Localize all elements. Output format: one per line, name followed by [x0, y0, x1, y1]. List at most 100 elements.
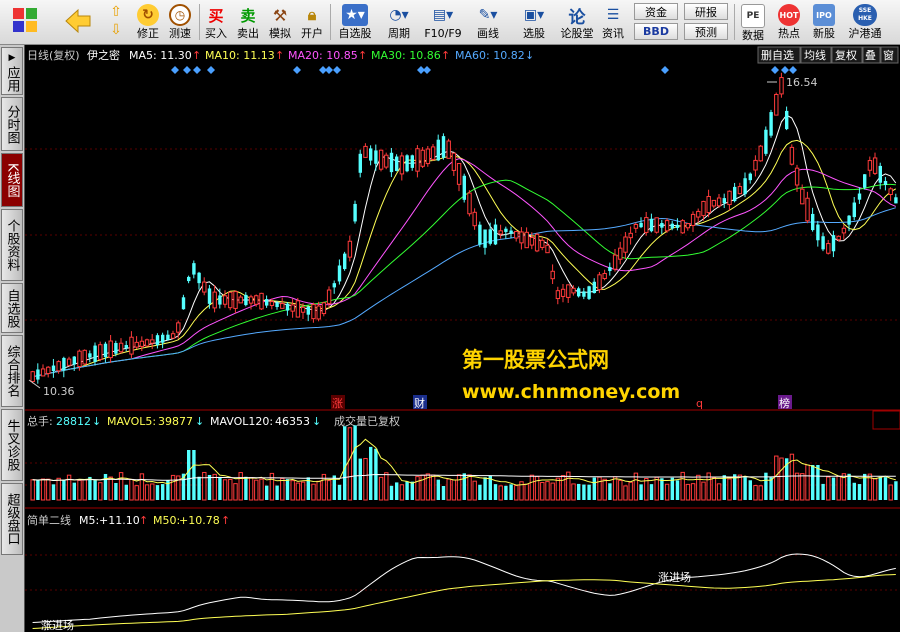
volume-bar	[716, 483, 722, 501]
mavol120-value: 46353	[275, 415, 310, 428]
app-logo[interactable]	[6, 2, 44, 42]
ipo-button[interactable]: IPO 新股	[808, 2, 840, 42]
hk-connect-button[interactable]: SSE HKE 沪港通	[845, 2, 885, 42]
open-account-button[interactable]: 🔒︎ 开户	[298, 2, 326, 42]
candle-body	[618, 247, 623, 260]
research-button[interactable]: 研报	[684, 3, 728, 20]
back-button[interactable]	[60, 2, 96, 42]
volume-bar	[644, 478, 649, 501]
bbd-button[interactable]: BBD	[634, 23, 678, 40]
candle-body	[680, 220, 685, 234]
kline-chart[interactable]: 日线(复权) 伊之密 MA5: 11.30 ↑ MA10: 11.13 ↑ MA…	[25, 45, 900, 632]
candle-body	[800, 188, 805, 205]
watermark-url: www.chnmoney.com	[462, 381, 681, 403]
ma10-arrow: ↑	[275, 49, 284, 62]
candle-body	[124, 345, 128, 349]
signal-diamond	[293, 66, 301, 74]
event-finance-label: 财	[414, 396, 425, 410]
volume-bar	[155, 485, 160, 500]
fix-button[interactable]: ↻ 修正	[133, 2, 163, 42]
candle-body	[306, 306, 310, 315]
volume-bar	[150, 483, 155, 501]
news-button[interactable]: ☰ 资讯	[598, 2, 628, 42]
volume-bar	[114, 482, 118, 500]
sidebar-tab-diagnosis[interactable]: 牛叉诊股	[1, 409, 23, 481]
mavol120-label: MAVOL120:	[210, 415, 273, 428]
sell-button[interactable]: 卖 卖出	[234, 2, 262, 42]
candle-body	[358, 153, 362, 173]
candle-body	[748, 173, 752, 181]
separator	[734, 4, 735, 40]
sidebar-tab-kline[interactable]: K线图	[1, 153, 23, 207]
stock-name: 伊之密	[87, 48, 120, 62]
sidebar-tab-ranking[interactable]: 综合排名	[1, 335, 23, 407]
volume-bar	[144, 484, 150, 501]
candle-body	[134, 341, 139, 348]
candle-body	[878, 165, 882, 183]
cycle-icon: ◔▾	[389, 7, 409, 23]
candle-body	[467, 192, 472, 215]
sidebar-tab-watchlist[interactable]: 自选股	[1, 283, 23, 333]
buy-label: 买入	[205, 27, 227, 40]
sidebar-tab-profile[interactable]: 个股资料	[1, 209, 23, 281]
sidebar-tab-apps[interactable]: ▶ 应用	[1, 47, 23, 95]
volume-bar	[472, 480, 477, 501]
candle-body	[774, 93, 779, 116]
hot-label: 热点	[778, 27, 800, 40]
candle-body	[425, 148, 431, 165]
volume-bar	[244, 476, 248, 500]
ma20-arrow: ↑	[358, 49, 367, 62]
volume-bar	[430, 474, 436, 501]
volume-bar	[410, 481, 414, 500]
sidebar-tab-order-book[interactable]: 超级盘口	[1, 483, 23, 555]
volume-bar	[664, 483, 670, 501]
volume-bar	[170, 474, 176, 501]
candle-body	[847, 215, 851, 225]
m5-value: +11.10	[99, 514, 140, 527]
candle-body	[233, 291, 238, 309]
m50-line	[32, 574, 896, 629]
mavol5-arrow: ↓	[195, 415, 204, 428]
period-button[interactable]: ◔▾ 周期	[379, 2, 419, 42]
volume-bar	[93, 479, 97, 500]
fund-flow-button[interactable]: 资金	[634, 3, 678, 20]
volume-bar	[753, 485, 758, 501]
forum-button[interactable]: 论 论股堂	[558, 2, 596, 42]
candle-body	[51, 365, 56, 372]
candle-body	[577, 288, 581, 297]
candle-body	[612, 254, 618, 270]
speed-test-button[interactable]: ◷ 测速	[165, 2, 195, 42]
candle-body	[545, 244, 550, 254]
candle-body	[504, 228, 508, 232]
forecast-button[interactable]: 预测	[684, 23, 728, 40]
watchlist-button[interactable]: ★▾ 自选股	[333, 2, 377, 42]
event-q-label[interactable]: q	[696, 397, 703, 410]
volume-bar	[139, 473, 145, 501]
nav-up-down[interactable]: ⇧ ⇩	[104, 2, 128, 42]
volume-bar	[129, 478, 134, 501]
buy-button[interactable]: 买 买入	[202, 2, 230, 42]
volume-bar	[758, 485, 763, 501]
volume-bar	[545, 481, 550, 501]
volume-bar	[670, 477, 674, 500]
candle-body	[597, 274, 602, 291]
candle-body	[888, 188, 893, 195]
candle-body	[202, 281, 207, 293]
candle-body	[660, 223, 664, 228]
simulate-button[interactable]: ⚒ 模拟	[266, 2, 294, 42]
signal-diamond	[423, 66, 431, 74]
candle-body	[46, 366, 51, 375]
data-button[interactable]: PE 数据	[738, 2, 768, 42]
volume-bar	[337, 484, 342, 500]
candle-body	[139, 340, 145, 347]
sidebar-tab-label: 自选股	[4, 288, 20, 328]
candle-body	[534, 233, 540, 252]
entry-signal-label: 涨进场	[658, 570, 691, 584]
f10-button[interactable]: ▤▾ F10/F9	[421, 2, 465, 42]
draw-line-button[interactable]: ✎▾ 画线	[468, 2, 508, 42]
candle-body	[254, 295, 259, 305]
stock-picker-button[interactable]: ▣▾ 选股	[512, 2, 556, 42]
hot-button[interactable]: HOT 热点	[774, 2, 804, 42]
sidebar-tab-intraday[interactable]: 分时图	[1, 97, 23, 151]
high-marker: 16.54	[767, 76, 818, 89]
